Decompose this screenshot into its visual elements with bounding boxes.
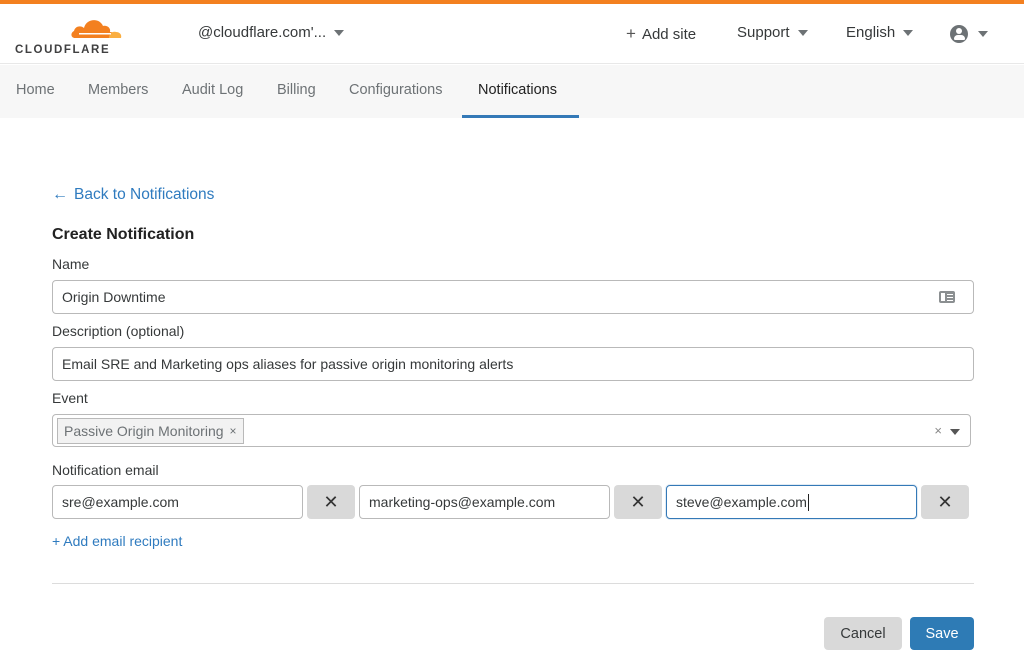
remove-email-button[interactable]: ✕ [921, 485, 969, 519]
tab-audit-log[interactable]: Audit Log [166, 65, 259, 118]
close-icon: ✕ [323, 491, 339, 512]
arrow-left-icon: ← [52, 186, 68, 203]
email-input[interactable]: steve@example.com [666, 485, 917, 519]
email-value: marketing-ops@example.com [369, 494, 556, 510]
cloudflare-logo[interactable]: CLOUDFLARE [15, 14, 125, 56]
support-dropdown[interactable]: Support [737, 24, 808, 41]
add-site-button[interactable]: + Add site [626, 24, 696, 44]
tag-remove-icon[interactable]: × [230, 424, 237, 438]
cloud-icon [71, 20, 122, 38]
clear-icon[interactable]: × [934, 423, 942, 438]
email-value: steve@example.com [676, 494, 807, 510]
add-site-label: Add site [641, 25, 697, 43]
chevron-down-icon [334, 29, 345, 36]
account-nav: Home Members Audit Log Billing Configura… [0, 65, 1024, 118]
plus-icon: + [626, 24, 636, 43]
tab-members[interactable]: Members [72, 65, 164, 118]
back-link-label: Back to Notifications [74, 186, 215, 203]
event-select[interactable]: Passive Origin Monitoring × × [52, 414, 971, 447]
logo-text: CLOUDFLARE [15, 44, 111, 56]
text-cursor [807, 493, 809, 511]
tab-configurations[interactable]: Configurations [333, 65, 459, 118]
event-tag-label: Passive Origin Monitoring [64, 423, 224, 439]
user-menu[interactable] [950, 25, 988, 43]
contact-card-icon [939, 291, 955, 303]
close-icon: ✕ [630, 491, 646, 512]
page-title: Create Notification [52, 226, 195, 243]
language-label: English [846, 24, 896, 41]
chevron-down-icon[interactable] [950, 429, 960, 435]
support-label: Support [737, 24, 790, 41]
description-label: Description (optional) [52, 323, 185, 339]
add-email-recipient-link[interactable]: + Add email recipient [52, 533, 182, 549]
top-header: CLOUDFLARE @cloudflare.com'... + Add sit… [0, 4, 1024, 64]
divider [52, 583, 974, 584]
save-button[interactable]: Save [910, 617, 974, 650]
chevron-down-icon [903, 29, 914, 36]
email-input[interactable]: marketing-ops@example.com [359, 485, 610, 519]
name-input[interactable]: Origin Downtime [52, 280, 974, 314]
event-label: Event [52, 390, 88, 406]
tab-billing[interactable]: Billing [261, 65, 332, 118]
close-icon: ✕ [937, 491, 953, 512]
cancel-button[interactable]: Cancel [824, 617, 902, 650]
tab-notifications[interactable]: Notifications [462, 65, 579, 118]
notification-email-label: Notification email [52, 462, 159, 478]
event-tag: Passive Origin Monitoring × [57, 418, 244, 444]
name-label: Name [52, 256, 90, 272]
description-value: Email SRE and Marketing ops aliases for … [62, 356, 514, 372]
chevron-down-icon [978, 31, 988, 37]
remove-email-button[interactable]: ✕ [614, 485, 662, 519]
back-to-notifications-link[interactable]: ← Back to Notifications [52, 186, 214, 204]
email-value: sre@example.com [62, 494, 179, 510]
account-dropdown[interactable]: @cloudflare.com'... [198, 24, 345, 41]
description-input[interactable]: Email SRE and Marketing ops aliases for … [52, 347, 974, 381]
name-value: Origin Downtime [62, 289, 166, 305]
chevron-down-icon [797, 29, 808, 36]
remove-email-button[interactable]: ✕ [307, 485, 355, 519]
user-circle-icon [950, 25, 968, 43]
account-label: @cloudflare.com'... [198, 24, 327, 41]
language-dropdown[interactable]: English [846, 24, 914, 41]
email-input[interactable]: sre@example.com [52, 485, 303, 519]
tab-home[interactable]: Home [0, 65, 71, 118]
